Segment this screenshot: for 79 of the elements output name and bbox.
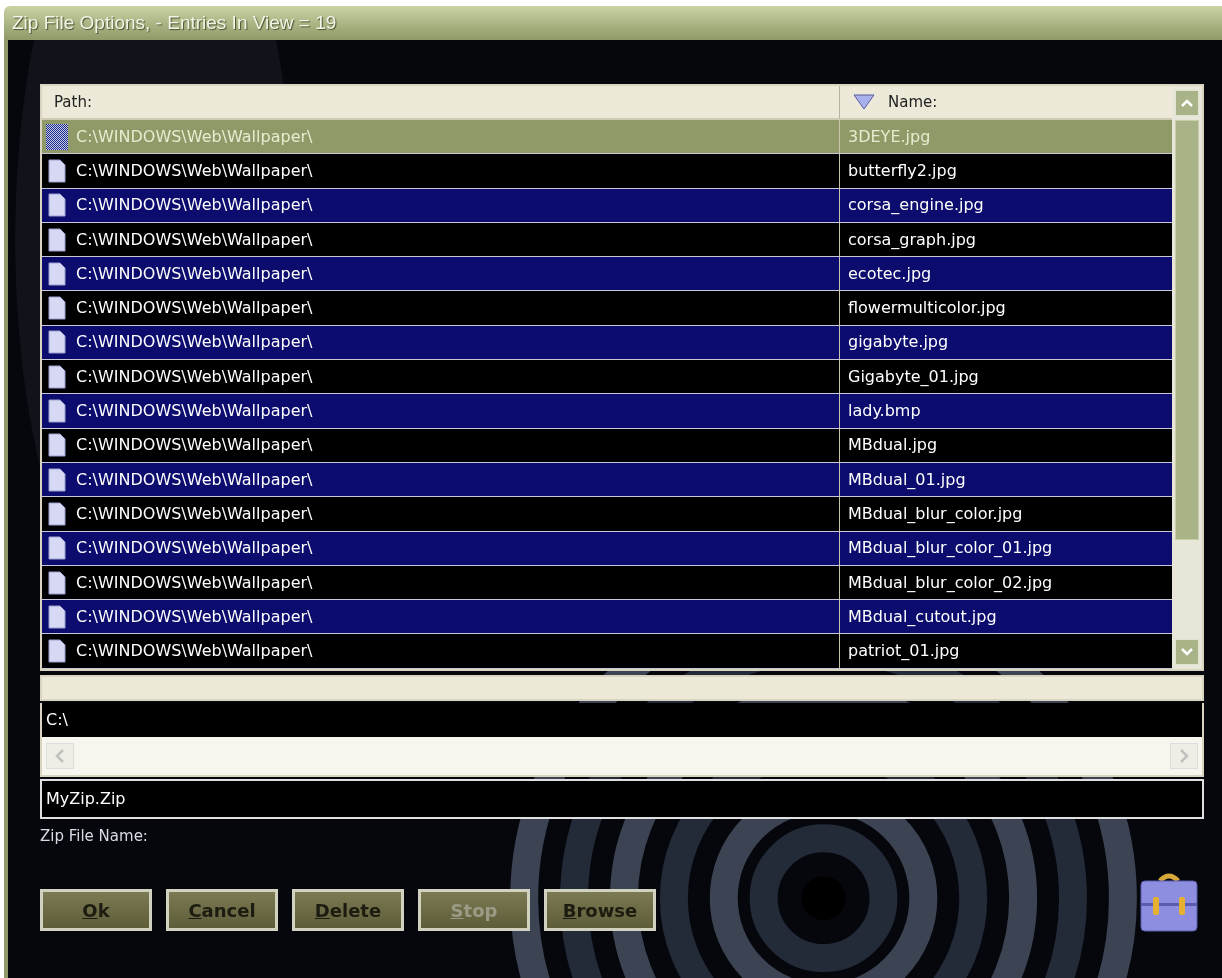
chevron-left-icon	[46, 742, 74, 769]
table-cell-text: lady.bmp	[848, 400, 921, 422]
column-header[interactable]: Path:	[42, 86, 840, 118]
table-cell-text: C:\WINDOWS\Web\Wallpaper\	[76, 502, 313, 525]
table-row[interactable]: C:\WINDOWS\Web\Wallpaper\ MBdual_blur_color_02.jpg	[42, 565, 1172, 601]
table-cell-text: C:\WINDOWS\Web\Wallpaper\	[76, 331, 313, 354]
file-icon	[46, 260, 68, 287]
table-cell-text: C:\WINDOWS\Web\Wallpaper\	[76, 400, 313, 422]
file-icon	[46, 535, 68, 562]
table-row[interactable]: C:\WINDOWS\Web\Wallpaper\ MBdual.jpg	[42, 428, 1172, 463]
table-cell-text: C:\WINDOWS\Web\Wallpaper\	[76, 262, 313, 285]
table-cell-text: MBdual_cutout.jpg	[848, 605, 997, 628]
table-cell-text: C:\WINDOWS\Web\Wallpaper\	[76, 194, 313, 217]
table-cell-text: patriot_01.jpg	[848, 640, 960, 663]
checkered-file-icon	[46, 123, 68, 150]
table-cell-text: flowermulticolor.jpg	[848, 297, 1006, 320]
window-title: Zip File Options, - Entries In View = 19	[12, 10, 337, 35]
table-row[interactable]: C:\WINDOWS\Web\Wallpaper\ MBdual_blur_color.jpg	[42, 497, 1172, 532]
table-row[interactable]: C:\WINDOWS\Web\Wallpaper\ corsa_engine.jpg	[42, 188, 1172, 223]
table-cell-text: C:\WINDOWS\Web\Wallpaper\	[76, 468, 313, 491]
table-row[interactable]: C:\WINDOWS\Web\Wallpaper\ Gigabyte_01.jpg	[42, 360, 1172, 395]
table-cell-text: C:\WINDOWS\Web\Wallpaper\	[76, 640, 313, 663]
table-cell-text: Gigabyte_01.jpg	[848, 365, 979, 388]
file-icon	[46, 329, 68, 356]
table-row[interactable]: C:\WINDOWS\Web\Wallpaper\ flowermulticolor.jpg	[42, 291, 1172, 326]
table-cell-text: C:\WINDOWS\Web\Wallpaper\	[76, 537, 313, 560]
table-row[interactable]: C:\WINDOWS\Web\Wallpaper\ corsa_graph.jpg	[42, 222, 1172, 258]
table-cell-text: ecotec.jpg	[848, 262, 932, 285]
file-icon	[46, 603, 68, 630]
table-cell-text: butterfly2.jpg	[848, 159, 957, 182]
table-row[interactable]: C:\WINDOWS\Web\Wallpaper\ butterfly2.jpg	[42, 154, 1172, 189]
file-icon	[46, 157, 68, 184]
chevron-right-icon	[1170, 742, 1198, 769]
table-cell-text: C:\WINDOWS\Web\Wallpaper\	[76, 228, 313, 251]
file-icon	[46, 226, 68, 253]
chevron-up-icon	[1180, 98, 1194, 108]
file-icon	[46, 638, 68, 665]
table-cell-text: C:\WINDOWS\Web\Wallpaper\	[76, 297, 313, 320]
table-cell-text: MBdual_blur_color_02.jpg	[848, 571, 1053, 594]
file-icon	[46, 363, 68, 390]
table-cell-text: gigabyte.jpg	[848, 331, 949, 354]
table-cell-text: C:\WINDOWS\Web\Wallpaper\	[76, 125, 313, 148]
table-cell-text: MBdual.jpg	[848, 434, 938, 457]
table-cell-text: C:\WINDOWS\Web\Wallpaper\	[76, 365, 313, 388]
table-row[interactable]: C:\WINDOWS\Web\Wallpaper\ MBdual_01.jpg	[42, 462, 1172, 498]
table-cell-text: MBdual_blur_color.jpg	[848, 502, 1023, 525]
table-row[interactable]: C:\WINDOWS\Web\Wallpaper\ MBdual_blur_color_01.jpg	[42, 531, 1172, 566]
file-icon	[46, 295, 68, 322]
chevron-down-icon	[1180, 646, 1194, 657]
table-row[interactable]: C:\WINDOWS\Web\Wallpaper\ patriot_01.jpg	[42, 634, 1172, 669]
table-cell-text: C:\WINDOWS\Web\Wallpaper\	[76, 159, 313, 182]
field-label: Zip File Name:	[40, 825, 148, 847]
table-row[interactable]: C:\WINDOWS\Web\Wallpaper\ MBdual_cutout.jpg	[42, 600, 1172, 635]
table-cell-text: 3DEYE.jpg	[848, 125, 931, 148]
table-cell-text: MBdual_01.jpg	[848, 468, 966, 491]
file-icon	[46, 569, 68, 596]
table-row[interactable]: C:\WINDOWS\Web\Wallpaper\ lady.bmp	[42, 394, 1172, 429]
zip-file-name-field[interactable]: MyZip.Zip	[40, 778, 1204, 819]
table-cell-text: C:\WINDOWS\Web\Wallpaper\	[76, 571, 313, 594]
table-cell-text: C:\WINDOWS\Web\Wallpaper\	[76, 605, 313, 628]
table-row[interactable]: C:\WINDOWS\Web\Wallpaper\ gigabyte.jpg	[42, 325, 1172, 361]
horizontal-scrollbar[interactable]	[40, 736, 1204, 777]
file-icon	[46, 432, 68, 459]
file-icon	[46, 398, 68, 424]
column-header[interactable]: Name:	[840, 86, 1172, 118]
scroll-down-button[interactable]	[1175, 638, 1199, 665]
scroll-up-button[interactable]	[1175, 90, 1199, 116]
table-cell-text: MBdual_blur_color_01.jpg	[848, 537, 1053, 560]
table-cell-text: corsa_graph.jpg	[848, 228, 976, 251]
scroll-thumb[interactable]	[1175, 120, 1199, 540]
table-cell-text: corsa_engine.jpg	[848, 194, 984, 217]
file-icon	[46, 500, 68, 527]
file-icon	[46, 192, 68, 219]
vertical-scrollbar[interactable]	[1172, 86, 1202, 669]
table-cell-text: C:\WINDOWS\Web\Wallpaper\	[76, 434, 313, 457]
table-row[interactable]: C:\WINDOWS\Web\Wallpaper\ ecotec.jpg	[42, 257, 1172, 292]
folder-field[interactable]: C:\	[40, 702, 1204, 737]
file-icon	[46, 466, 68, 493]
triangle-icon	[852, 94, 876, 110]
